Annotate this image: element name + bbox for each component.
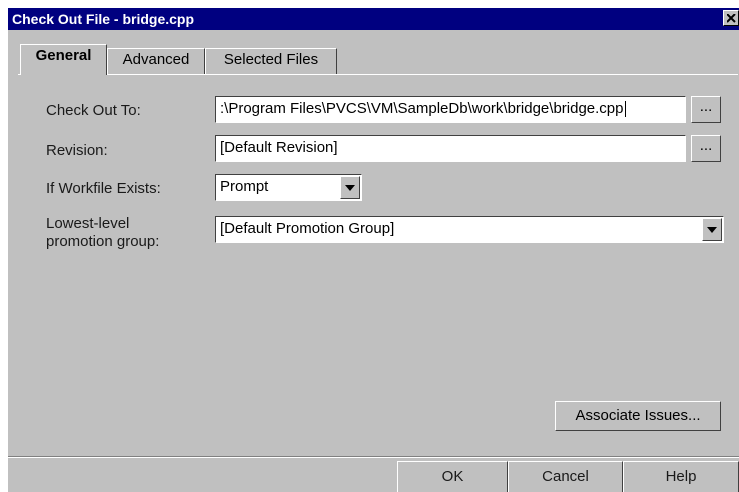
check-out-to-value: :\Program Files\PVCS\VM\SampleDb\work\br… [220,100,624,117]
close-icon [727,14,736,23]
if-workfile-exists-dropdown-button[interactable] [340,176,360,199]
check-out-dialog: Check Out File - bridge.cpp General Adva… [8,8,739,492]
revision-label: Revision: [46,142,108,159]
chevron-down-icon [345,184,355,191]
if-workfile-exists-label: If Workfile Exists: [46,180,161,197]
promotion-group-label-line1: Lowest-level [46,215,130,232]
tab-advanced[interactable]: Advanced [107,48,205,74]
check-out-to-field[interactable]: :\Program Files\PVCS\VM\SampleDb\work\br… [215,96,686,123]
general-tab-panel [18,74,738,448]
close-button[interactable] [723,10,739,26]
promotion-group-dropdown-button[interactable] [702,218,722,241]
tab-selected-files[interactable]: Selected Files [205,48,337,74]
associate-issues-button[interactable]: Associate Issues... [555,401,721,431]
check-out-to-browse-button[interactable]: ... [691,96,721,123]
chevron-down-icon [707,226,717,233]
if-workfile-exists-value: Prompt [220,178,269,195]
ok-button[interactable]: OK [397,461,508,492]
promotion-group-select[interactable]: [Default Promotion Group] [215,216,724,243]
window-title: Check Out File - bridge.cpp [12,11,195,27]
divider [8,456,739,458]
check-out-to-label: Check Out To: [46,102,141,119]
promotion-group-value: [Default Promotion Group] [220,220,395,237]
help-button[interactable]: Help [623,461,739,492]
revision-browse-button[interactable]: ... [691,135,721,162]
title-bar[interactable]: Check Out File - bridge.cpp [8,8,739,30]
cancel-button[interactable]: Cancel [508,461,623,492]
text-caret [624,101,626,118]
tab-general[interactable]: General [20,44,107,75]
revision-field[interactable]: [Default Revision] [215,135,686,162]
promotion-group-label-line2: promotion group: [46,233,160,250]
revision-value: [Default Revision] [220,139,338,156]
